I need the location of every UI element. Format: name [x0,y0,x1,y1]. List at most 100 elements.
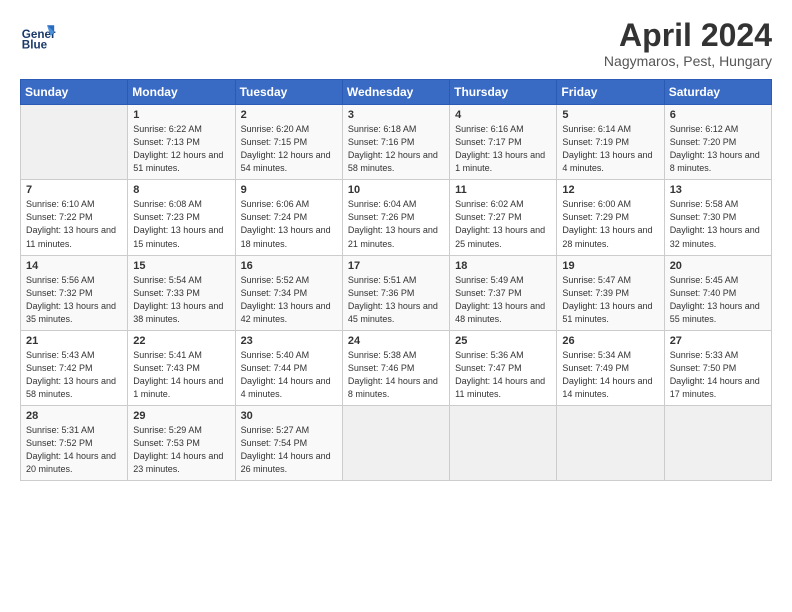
month-title: April 2024 [604,18,772,53]
day-number: 11 [455,184,551,196]
day-info: Sunrise: 5:58 AMSunset: 7:30 PMDaylight:… [670,199,760,248]
logo-icon: General Blue [20,18,56,54]
calendar-cell: 4 Sunrise: 6:16 AMSunset: 7:17 PMDayligh… [450,105,557,180]
calendar-week-2: 14 Sunrise: 5:56 AMSunset: 7:32 PMDaylig… [21,255,772,330]
day-number: 20 [670,260,766,272]
calendar-cell: 15 Sunrise: 5:54 AMSunset: 7:33 PMDaylig… [128,255,235,330]
calendar-cell: 16 Sunrise: 5:52 AMSunset: 7:34 PMDaylig… [235,255,342,330]
col-tuesday: Tuesday [235,80,342,105]
calendar-cell: 22 Sunrise: 5:41 AMSunset: 7:43 PMDaylig… [128,330,235,405]
calendar-cell: 14 Sunrise: 5:56 AMSunset: 7:32 PMDaylig… [21,255,128,330]
calendar-cell: 6 Sunrise: 6:12 AMSunset: 7:20 PMDayligh… [664,105,771,180]
calendar-cell: 7 Sunrise: 6:10 AMSunset: 7:22 PMDayligh… [21,180,128,255]
day-info: Sunrise: 5:54 AMSunset: 7:33 PMDaylight:… [133,275,223,324]
day-number: 25 [455,335,551,347]
calendar-cell [21,105,128,180]
day-number: 18 [455,260,551,272]
day-number: 6 [670,109,766,121]
day-number: 15 [133,260,229,272]
col-sunday: Sunday [21,80,128,105]
day-number: 22 [133,335,229,347]
calendar-cell: 28 Sunrise: 5:31 AMSunset: 7:52 PMDaylig… [21,405,128,480]
calendar-cell: 24 Sunrise: 5:38 AMSunset: 7:46 PMDaylig… [342,330,449,405]
calendar-week-4: 28 Sunrise: 5:31 AMSunset: 7:52 PMDaylig… [21,405,772,480]
calendar-cell: 17 Sunrise: 5:51 AMSunset: 7:36 PMDaylig… [342,255,449,330]
day-number: 3 [348,109,444,121]
day-number: 12 [562,184,658,196]
day-number: 1 [133,109,229,121]
day-info: Sunrise: 6:06 AMSunset: 7:24 PMDaylight:… [241,199,331,248]
day-info: Sunrise: 5:51 AMSunset: 7:36 PMDaylight:… [348,275,438,324]
day-number: 28 [26,410,122,422]
day-number: 2 [241,109,337,121]
calendar-cell: 19 Sunrise: 5:47 AMSunset: 7:39 PMDaylig… [557,255,664,330]
day-info: Sunrise: 5:33 AMSunset: 7:50 PMDaylight:… [670,350,760,399]
day-info: Sunrise: 5:43 AMSunset: 7:42 PMDaylight:… [26,350,116,399]
day-number: 4 [455,109,551,121]
calendar-week-0: 1 Sunrise: 6:22 AMSunset: 7:13 PMDayligh… [21,105,772,180]
subtitle: Nagymaros, Pest, Hungary [604,53,772,69]
calendar-cell: 27 Sunrise: 5:33 AMSunset: 7:50 PMDaylig… [664,330,771,405]
day-number: 9 [241,184,337,196]
col-monday: Monday [128,80,235,105]
day-info: Sunrise: 6:04 AMSunset: 7:26 PMDaylight:… [348,199,438,248]
calendar-cell [450,405,557,480]
calendar-cell: 10 Sunrise: 6:04 AMSunset: 7:26 PMDaylig… [342,180,449,255]
day-info: Sunrise: 6:08 AMSunset: 7:23 PMDaylight:… [133,199,223,248]
day-info: Sunrise: 6:12 AMSunset: 7:20 PMDaylight:… [670,124,760,173]
col-friday: Friday [557,80,664,105]
day-info: Sunrise: 6:00 AMSunset: 7:29 PMDaylight:… [562,199,652,248]
col-saturday: Saturday [664,80,771,105]
calendar-table: Sunday Monday Tuesday Wednesday Thursday… [20,79,772,481]
col-wednesday: Wednesday [342,80,449,105]
calendar-cell: 29 Sunrise: 5:29 AMSunset: 7:53 PMDaylig… [128,405,235,480]
day-info: Sunrise: 5:36 AMSunset: 7:47 PMDaylight:… [455,350,545,399]
day-info: Sunrise: 5:27 AMSunset: 7:54 PMDaylight:… [241,425,331,474]
svg-text:Blue: Blue [22,39,48,52]
day-info: Sunrise: 5:31 AMSunset: 7:52 PMDaylight:… [26,425,116,474]
day-number: 8 [133,184,229,196]
day-info: Sunrise: 5:47 AMSunset: 7:39 PMDaylight:… [562,275,652,324]
calendar-cell: 2 Sunrise: 6:20 AMSunset: 7:15 PMDayligh… [235,105,342,180]
day-number: 13 [670,184,766,196]
day-info: Sunrise: 5:29 AMSunset: 7:53 PMDaylight:… [133,425,223,474]
day-info: Sunrise: 5:40 AMSunset: 7:44 PMDaylight:… [241,350,331,399]
day-number: 21 [26,335,122,347]
day-number: 23 [241,335,337,347]
calendar-cell: 9 Sunrise: 6:06 AMSunset: 7:24 PMDayligh… [235,180,342,255]
day-number: 14 [26,260,122,272]
calendar-week-1: 7 Sunrise: 6:10 AMSunset: 7:22 PMDayligh… [21,180,772,255]
calendar-cell: 21 Sunrise: 5:43 AMSunset: 7:42 PMDaylig… [21,330,128,405]
day-info: Sunrise: 6:18 AMSunset: 7:16 PMDaylight:… [348,124,438,173]
calendar-cell: 18 Sunrise: 5:49 AMSunset: 7:37 PMDaylig… [450,255,557,330]
calendar-cell: 25 Sunrise: 5:36 AMSunset: 7:47 PMDaylig… [450,330,557,405]
calendar-cell: 20 Sunrise: 5:45 AMSunset: 7:40 PMDaylig… [664,255,771,330]
day-info: Sunrise: 6:16 AMSunset: 7:17 PMDaylight:… [455,124,545,173]
calendar-cell: 5 Sunrise: 6:14 AMSunset: 7:19 PMDayligh… [557,105,664,180]
calendar-cell: 12 Sunrise: 6:00 AMSunset: 7:29 PMDaylig… [557,180,664,255]
day-number: 29 [133,410,229,422]
day-info: Sunrise: 5:38 AMSunset: 7:46 PMDaylight:… [348,350,438,399]
day-number: 24 [348,335,444,347]
day-info: Sunrise: 5:45 AMSunset: 7:40 PMDaylight:… [670,275,760,324]
day-info: Sunrise: 5:41 AMSunset: 7:43 PMDaylight:… [133,350,223,399]
day-number: 10 [348,184,444,196]
calendar-cell: 8 Sunrise: 6:08 AMSunset: 7:23 PMDayligh… [128,180,235,255]
day-info: Sunrise: 6:22 AMSunset: 7:13 PMDaylight:… [133,124,223,173]
day-number: 27 [670,335,766,347]
calendar-cell [664,405,771,480]
calendar-cell: 13 Sunrise: 5:58 AMSunset: 7:30 PMDaylig… [664,180,771,255]
calendar-cell [557,405,664,480]
calendar-cell: 1 Sunrise: 6:22 AMSunset: 7:13 PMDayligh… [128,105,235,180]
day-info: Sunrise: 6:14 AMSunset: 7:19 PMDaylight:… [562,124,652,173]
calendar-cell: 30 Sunrise: 5:27 AMSunset: 7:54 PMDaylig… [235,405,342,480]
calendar-cell: 23 Sunrise: 5:40 AMSunset: 7:44 PMDaylig… [235,330,342,405]
calendar-cell: 3 Sunrise: 6:18 AMSunset: 7:16 PMDayligh… [342,105,449,180]
calendar-cell [342,405,449,480]
calendar-cell: 11 Sunrise: 6:02 AMSunset: 7:27 PMDaylig… [450,180,557,255]
day-number: 19 [562,260,658,272]
header-row: Sunday Monday Tuesday Wednesday Thursday… [21,80,772,105]
page: General Blue April 2024 Nagymaros, Pest,… [0,0,792,493]
day-number: 7 [26,184,122,196]
day-number: 17 [348,260,444,272]
